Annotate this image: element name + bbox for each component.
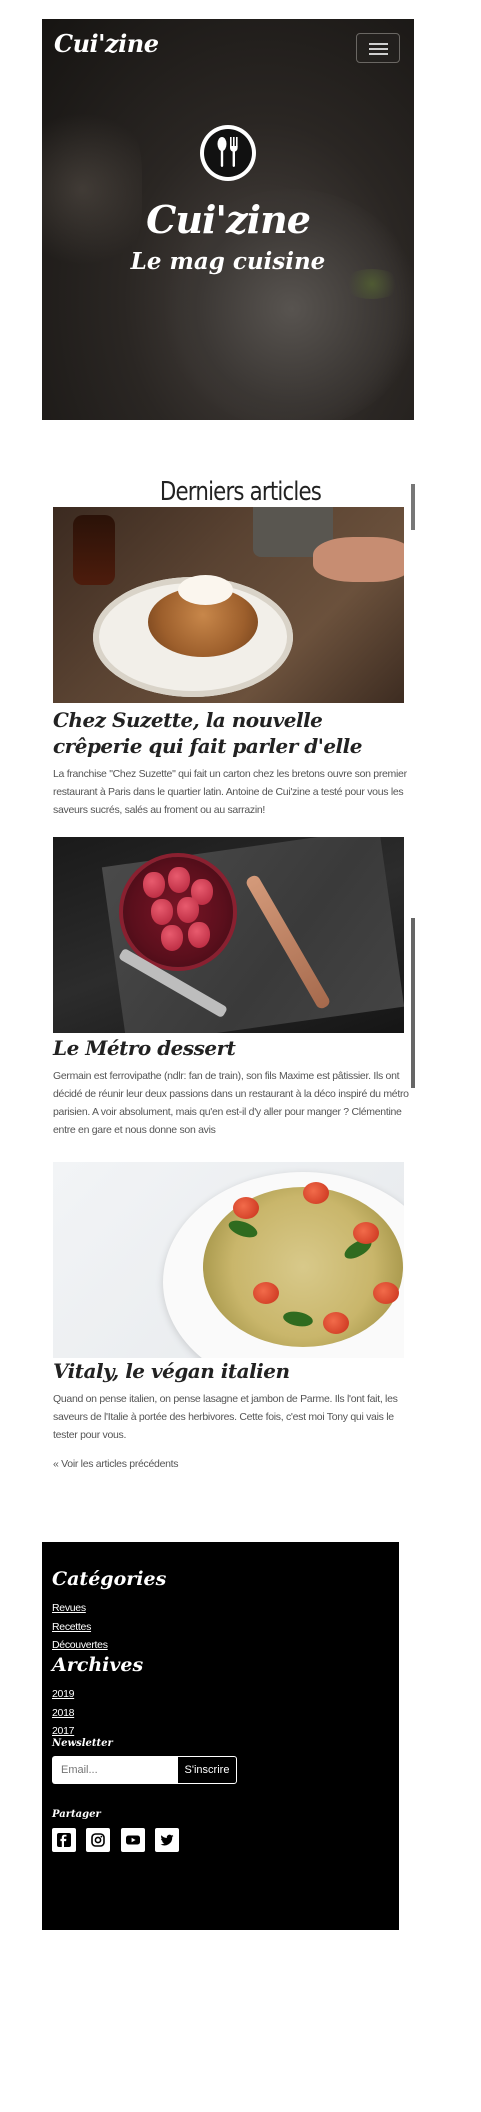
facebook-icon[interactable] [52,1828,76,1852]
article-title[interactable]: Chez Suzette, la nouvelle crêperie qui f… [53,707,413,759]
archive-link[interactable]: 2019 [52,1685,74,1704]
article-body: Le Métro dessert Germain est ferrovipath… [53,1035,413,1139]
article-title[interactable]: Le Métro dessert [53,1035,413,1061]
hero-subtitle: Le mag cuisine [130,248,326,275]
page: Cui'zine Cui'zine Le mag cuisine Dernier… [0,0,481,2112]
archives-list: 2019 2018 2017 [52,1685,74,1741]
categories-title: Catégories [52,1568,167,1590]
archive-link[interactable]: 2018 [52,1704,74,1723]
share-title: Partager [52,1809,101,1820]
article-excerpt: Germain est ferrovipathe (ndlr: fan de t… [53,1070,409,1136]
newsletter-email-input[interactable] [52,1756,177,1784]
newsletter-title: Newsletter [52,1738,113,1749]
pasta-salad-photo[interactable] [53,1162,404,1358]
categories-list: Revues Recettes Découvertes [52,1599,108,1655]
article-body: Chez Suzette, la nouvelle crêperie qui f… [53,707,413,819]
strawberries-photo[interactable] [53,837,404,1033]
hero-title: Cui'zine [146,197,311,242]
navbar: Cui'zine [42,19,414,73]
article-title[interactable]: Vitaly, le végan italien [53,1358,413,1384]
share-buttons [52,1828,185,1857]
archives-title: Archives [52,1654,144,1676]
hero-content: Cui'zine Le mag cuisine [130,85,326,415]
instagram-icon[interactable] [86,1828,111,1852]
hamburger-icon-line [369,53,388,55]
youtube-icon[interactable] [120,1828,145,1852]
newsletter-subscribe-button[interactable]: S'inscrire [177,1756,237,1784]
twitter-icon[interactable] [155,1828,180,1852]
hamburger-icon [369,43,388,45]
section-title: Derniers articles [159,476,322,507]
footer: Catégories Revues Recettes Découvertes A… [42,1542,399,1930]
previous-articles-link[interactable]: « Voir les articles précédents [53,1458,179,1470]
category-link[interactable]: Revues [52,1599,108,1618]
fork-spoon-icon [200,125,256,181]
hamburger-icon-line [369,48,388,50]
scroll-indicator [411,484,415,530]
brand-logo-link[interactable]: Cui'zine [54,29,159,58]
article-body: Vitaly, le végan italien Quand on pense … [53,1358,413,1444]
menu-toggle-button[interactable] [356,33,400,63]
pancakes-photo[interactable] [53,507,404,703]
category-link[interactable]: Recettes [52,1618,108,1637]
article-excerpt: La franchise "Chez Suzette" qui fait un … [53,768,407,816]
article-excerpt: Quand on pense italien, on pense lasagne… [53,1393,398,1441]
category-link[interactable]: Découvertes [52,1636,108,1655]
